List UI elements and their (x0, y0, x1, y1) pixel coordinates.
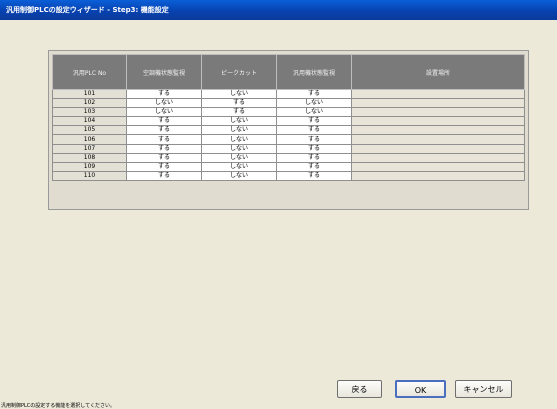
cell-peak-cut[interactable]: しない (201, 170, 277, 181)
wizard-window: 汎用制御PLCの設定ウィザード - Step3: 機能設定 汎用PLC No 空… (0, 0, 557, 409)
table-row: 101 する しない する (52, 88, 525, 100)
cell-peak-cut[interactable]: しない (201, 134, 277, 145)
cell-peak-cut[interactable]: しない (201, 125, 277, 136)
cell-location[interactable] (351, 116, 525, 127)
cell-peak-cut[interactable]: する (201, 98, 277, 109)
cell-location[interactable] (351, 107, 525, 118)
header-location: 設置場所 (351, 54, 525, 90)
cell-general-status-monitor[interactable]: する (276, 134, 352, 145)
cell-ac-status-monitor[interactable]: する (126, 143, 202, 154)
cell-ac-status-monitor[interactable]: する (126, 161, 202, 172)
cell-location[interactable] (351, 134, 525, 145)
cell-location[interactable] (351, 170, 525, 181)
cell-plc-no: 107 (52, 143, 127, 154)
cell-general-status-monitor[interactable]: しない (276, 107, 352, 118)
cell-location[interactable] (351, 152, 525, 163)
ok-button[interactable]: OK (395, 380, 446, 398)
cell-plc-no: 104 (52, 116, 127, 127)
table-row: 107 する しない する (52, 143, 525, 154)
back-button[interactable]: 戻る (337, 380, 382, 398)
header-plc-no: 汎用PLC No (52, 54, 127, 90)
cell-peak-cut[interactable]: しない (201, 152, 277, 163)
table-row: 108 する しない する (52, 152, 525, 163)
cell-general-status-monitor[interactable]: する (276, 170, 352, 181)
cell-plc-no: 105 (52, 125, 127, 136)
cell-ac-status-monitor[interactable]: する (126, 134, 202, 145)
cell-peak-cut[interactable]: しない (201, 88, 277, 100)
cell-plc-no: 106 (52, 134, 127, 145)
table-row: 102 しない する しない (52, 98, 525, 109)
function-settings-panel: 汎用PLC No 空調機状態監視 ピークカット 汎用機状態監視 設置場所 101… (48, 50, 529, 210)
cell-location[interactable] (351, 98, 525, 109)
header-ac-status-monitor: 空調機状態監視 (126, 54, 202, 90)
cell-ac-status-monitor[interactable]: する (126, 152, 202, 163)
header-peak-cut: ピークカット (201, 54, 277, 90)
cell-ac-status-monitor[interactable]: しない (126, 107, 202, 118)
table-header-row: 汎用PLC No 空調機状態監視 ピークカット 汎用機状態監視 設置場所 (52, 54, 525, 90)
cell-general-status-monitor[interactable]: する (276, 125, 352, 136)
table-row: 103 しない する しない (52, 107, 525, 118)
table-row: 109 する しない する (52, 161, 525, 172)
table-row: 106 する しない する (52, 134, 525, 145)
cell-general-status-monitor[interactable]: する (276, 152, 352, 163)
header-general-status-monitor: 汎用機状態監視 (276, 54, 352, 90)
cell-peak-cut[interactable]: しない (201, 116, 277, 127)
cell-location[interactable] (351, 143, 525, 154)
cell-plc-no: 110 (52, 170, 127, 181)
cell-peak-cut[interactable]: する (201, 107, 277, 118)
cell-location[interactable] (351, 88, 525, 100)
status-hint: 汎用制御PLCの設定する機能を選択してください。 (1, 403, 115, 409)
cell-ac-status-monitor[interactable]: する (126, 116, 202, 127)
cell-plc-no: 102 (52, 98, 127, 109)
cancel-button[interactable]: キャンセル (455, 380, 512, 398)
table-row: 104 する しない する (52, 116, 525, 127)
cell-general-status-monitor[interactable]: しない (276, 98, 352, 109)
cell-location[interactable] (351, 125, 525, 136)
cell-general-status-monitor[interactable]: する (276, 116, 352, 127)
cell-plc-no: 108 (52, 152, 127, 163)
cell-general-status-monitor[interactable]: する (276, 161, 352, 172)
cell-ac-status-monitor[interactable]: しない (126, 98, 202, 109)
cell-peak-cut[interactable]: しない (201, 161, 277, 172)
cell-general-status-monitor[interactable]: する (276, 88, 352, 100)
cell-ac-status-monitor[interactable]: する (126, 125, 202, 136)
cell-ac-status-monitor[interactable]: する (126, 170, 202, 181)
window-title: 汎用制御PLCの設定ウィザード - Step3: 機能設定 (0, 0, 557, 20)
cell-ac-status-monitor[interactable]: する (126, 88, 202, 100)
cell-plc-no: 101 (52, 88, 127, 100)
table-row: 110 する しない する (52, 170, 525, 181)
cell-plc-no: 109 (52, 161, 127, 172)
cell-general-status-monitor[interactable]: する (276, 143, 352, 154)
cell-peak-cut[interactable]: しない (201, 143, 277, 154)
table-row: 105 する しない する (52, 125, 525, 136)
plc-function-table: 汎用PLC No 空調機状態監視 ピークカット 汎用機状態監視 設置場所 101… (52, 54, 525, 181)
cell-location[interactable] (351, 161, 525, 172)
cell-plc-no: 103 (52, 107, 127, 118)
